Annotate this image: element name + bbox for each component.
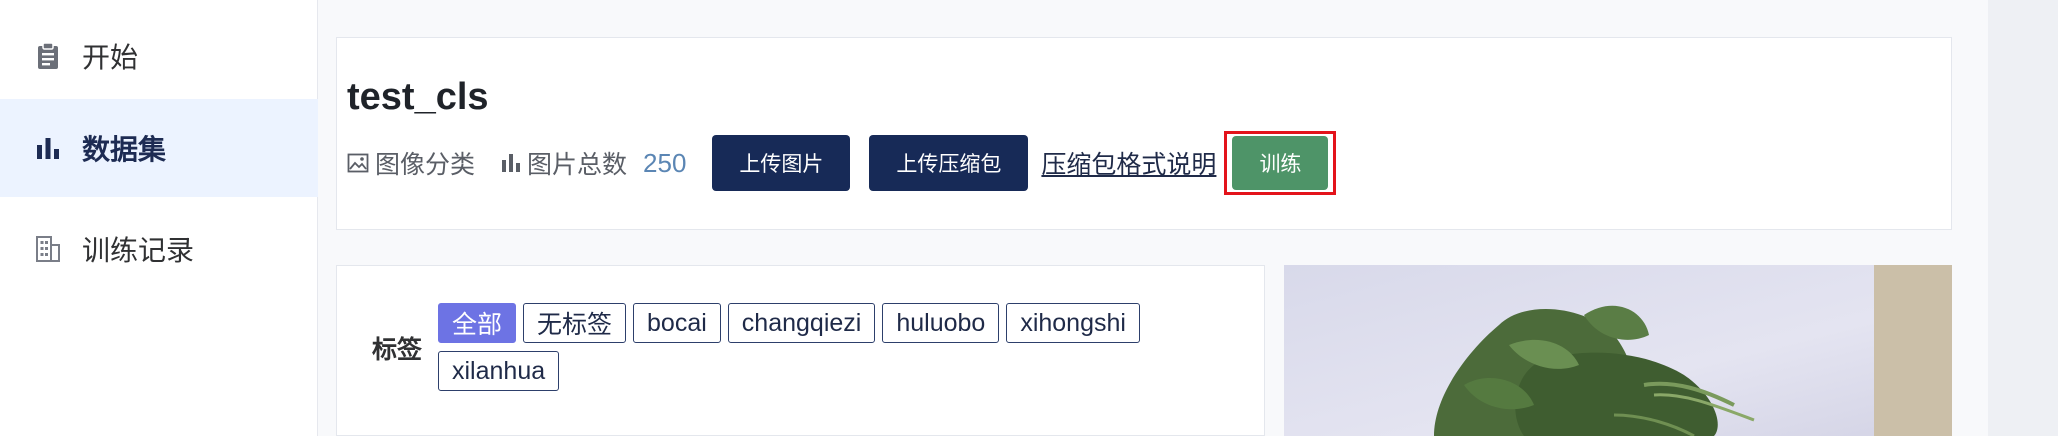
sidebar-item-label: 训练记录 [82, 235, 195, 266]
train-button[interactable]: 训练 [1232, 136, 1329, 190]
tag-all[interactable]: 全部 [438, 303, 517, 343]
main-content: test_cls 图像分类 图片总数 250 上传图片 上传压缩包 压缩包格式说… [318, 0, 1988, 436]
bar-chart-icon [34, 134, 62, 162]
clipboard-icon [34, 42, 62, 70]
tags-list: 全部 无标签 bocai changqiezi huluobo xihongsh… [438, 303, 1218, 391]
dataset-type-label: 图像分类 [375, 151, 476, 179]
dataset-title: test_cls [347, 76, 489, 118]
building-icon [34, 235, 62, 263]
tag-xihongshi[interactable]: xihongshi [1006, 303, 1140, 343]
bar-chart-icon [502, 154, 521, 172]
tag-unlabeled[interactable]: 无标签 [523, 303, 627, 343]
tags-label: 标签 [372, 336, 423, 364]
tag-changqiezi[interactable]: changqiezi [727, 303, 876, 343]
tags-filter-card: 标签 全部 无标签 bocai changqiezi huluobo xihon… [336, 265, 1265, 436]
image-icon [347, 153, 369, 173]
dataset-total: 图片总数 250 [501, 145, 686, 181]
tag-xilanhua[interactable]: xilanhua [438, 351, 560, 391]
dataset-meta-row: 图像分类 图片总数 250 上传图片 上传压缩包 压缩包格式说明 训练 [347, 131, 1337, 195]
tag-huluobo[interactable]: huluobo [882, 303, 1000, 343]
upload-zip-button[interactable]: 上传压缩包 [869, 135, 1029, 191]
tag-bocai[interactable]: bocai [633, 303, 721, 343]
image-preview[interactable] [1284, 265, 1952, 436]
dataset-header-card: test_cls 图像分类 图片总数 250 上传图片 上传压缩包 压缩包格式说… [336, 37, 1952, 230]
dataset-total-count: 250 [643, 147, 687, 178]
dataset-type: 图像分类 [347, 145, 475, 181]
sidebar-item-label: 数据集 [82, 134, 167, 165]
sidebar: 开始 数据集 训练记录 [0, 0, 318, 436]
sidebar-item-dataset[interactable]: 数据集 [0, 99, 318, 197]
page-scroll-gutter [1988, 0, 2058, 436]
zip-format-help-link[interactable]: 压缩包格式说明 [1041, 145, 1216, 181]
dataset-total-label: 图片总数 [527, 151, 628, 179]
upload-images-button[interactable]: 上传图片 [712, 135, 851, 191]
sidebar-item-label: 开始 [82, 42, 139, 73]
sidebar-item-training-records[interactable]: 训练记录 [0, 200, 318, 298]
sidebar-item-start[interactable]: 开始 [0, 7, 318, 105]
train-button-highlight: 训练 [1224, 131, 1337, 195]
leafy-vegetable-photo [1284, 265, 1952, 436]
